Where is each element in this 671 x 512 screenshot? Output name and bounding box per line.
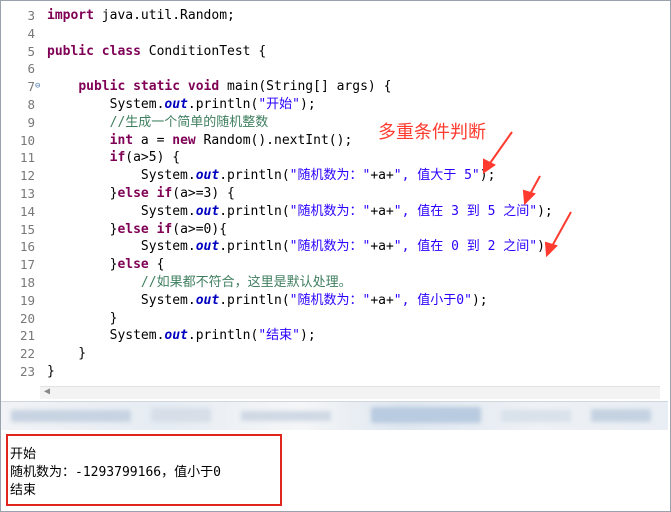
- arrow-1: [487, 131, 513, 167]
- arrow-3-head-icon: [544, 241, 558, 258]
- console-tab-bar-blurred: [1, 401, 668, 431]
- arrow-3: [550, 211, 572, 249]
- arrow-1-head-icon: [483, 158, 496, 174]
- arrow-2-head-icon: [522, 189, 536, 206]
- console-highlight-box: [6, 434, 282, 506]
